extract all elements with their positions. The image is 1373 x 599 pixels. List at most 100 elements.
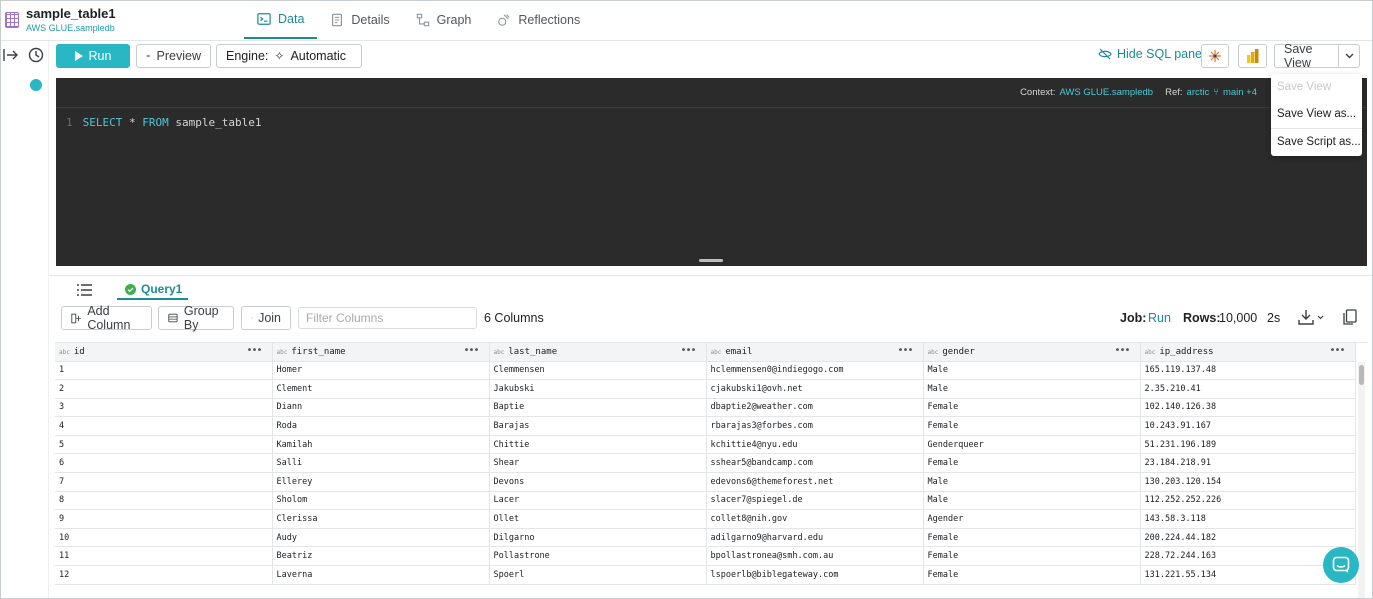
hide-sql-pane-button[interactable]: Hide SQL pane bbox=[1098, 47, 1202, 61]
table-row[interactable]: 1 Homer Clemmensen hclemmensen0@indiegogo.c… bbox=[55, 361, 1356, 381]
tab-graph[interactable]: Graph bbox=[403, 1, 485, 39]
table-cell[interactable]: Salli bbox=[272, 453, 490, 474]
table-cell[interactable]: Audy bbox=[272, 528, 490, 548]
table-cell[interactable]: 5 bbox=[55, 435, 273, 455]
table-cell[interactable]: 3 bbox=[55, 398, 273, 418]
table-row[interactable]: 7 Ellerey Devons edevons6@themeforest.net Ma… bbox=[55, 472, 1356, 492]
table-cell[interactable]: 200.224.44.182 bbox=[1140, 528, 1356, 548]
table-cell[interactable]: Sholom bbox=[272, 491, 490, 511]
table-cell[interactable]: 6 bbox=[55, 453, 273, 474]
column-menu-icon[interactable]: ••• bbox=[1329, 345, 1345, 356]
column-header[interactable]: abc last_name ••• bbox=[489, 343, 707, 362]
menu-item-save-script-as[interactable]: Save Script as... bbox=[1271, 129, 1362, 156]
context-value[interactable]: AWS GLUE.sampledb bbox=[1059, 87, 1153, 98]
tab-details[interactable]: Details bbox=[317, 1, 402, 39]
table-cell[interactable]: 9 bbox=[55, 509, 273, 529]
table-cell[interactable]: Chittie bbox=[489, 435, 707, 455]
table-cell[interactable]: 10.243.91.167 bbox=[1140, 416, 1356, 436]
table-cell[interactable]: Pollastrone bbox=[489, 546, 707, 567]
tab-data[interactable]: Data bbox=[244, 1, 318, 39]
table-row[interactable]: 9 Clerissa Ollet collet8@nih.gov Agender 143.… bbox=[55, 509, 1356, 529]
powerbi-button[interactable] bbox=[1238, 44, 1267, 68]
column-menu-icon[interactable]: ••• bbox=[680, 345, 696, 356]
table-cell[interactable]: 4 bbox=[55, 416, 273, 436]
column-menu-icon[interactable]: ••• bbox=[1114, 345, 1130, 356]
table-cell[interactable]: Male bbox=[923, 361, 1141, 381]
table-cell[interactable]: Devons bbox=[489, 472, 707, 492]
table-cell[interactable]: Spoerl bbox=[489, 565, 707, 585]
table-cell[interactable]: slacer7@spiegel.de bbox=[706, 491, 924, 511]
table-cell[interactable]: 12 bbox=[55, 565, 273, 585]
table-cell[interactable]: 11 bbox=[55, 546, 273, 567]
table-cell[interactable]: 1 bbox=[55, 361, 273, 381]
table-cell[interactable]: Lacer bbox=[489, 491, 707, 511]
tab-query1[interactable]: Query1 bbox=[117, 282, 189, 300]
table-cell[interactable]: Female bbox=[923, 528, 1141, 548]
sql-code-line[interactable]: 1 SELECT * FROM sample_table1 bbox=[66, 116, 261, 129]
table-cell[interactable]: Male bbox=[923, 472, 1141, 492]
table-cell[interactable]: Baptie bbox=[489, 398, 707, 418]
table-cell[interactable]: Dilgarno bbox=[489, 528, 707, 548]
table-row[interactable]: 6 Salli Shear sshear5@bandcamp.com Female 23.… bbox=[55, 453, 1356, 474]
table-cell[interactable]: bpollastronea@smh.com.au bbox=[706, 546, 924, 567]
scrollbar-thumb[interactable] bbox=[1359, 365, 1364, 385]
tableau-button[interactable] bbox=[1201, 44, 1229, 68]
column-menu-icon[interactable]: ••• bbox=[463, 345, 479, 356]
table-cell[interactable]: Shear bbox=[489, 453, 707, 474]
table-cell[interactable]: 51.231.196.189 bbox=[1140, 435, 1356, 455]
grid-scrollbar[interactable] bbox=[1358, 362, 1365, 598]
table-cell[interactable]: Roda bbox=[272, 416, 490, 436]
table-cell[interactable]: Female bbox=[923, 416, 1141, 436]
filter-columns-input[interactable] bbox=[298, 307, 477, 329]
chat-support-button[interactable] bbox=[1323, 547, 1359, 583]
table-row[interactable]: 2 Clement Jakubski cjakubski1@ovh.net Male 2.… bbox=[55, 379, 1356, 399]
column-header[interactable]: abc first_name ••• bbox=[272, 343, 490, 362]
table-cell[interactable]: Genderqueer bbox=[923, 435, 1141, 455]
table-cell[interactable]: 130.203.120.154 bbox=[1140, 472, 1356, 492]
table-cell[interactable]: 8 bbox=[55, 491, 273, 511]
table-row[interactable]: 8 Sholom Lacer slacer7@spiegel.de Male 112.25… bbox=[55, 491, 1356, 511]
table-cell[interactable]: 165.119.137.48 bbox=[1140, 361, 1356, 381]
table-cell[interactable]: lspoerlb@biblegateway.com bbox=[706, 565, 924, 585]
table-cell[interactable]: Female bbox=[923, 398, 1141, 418]
table-cell[interactable]: Beatriz bbox=[272, 546, 490, 567]
history-icon[interactable] bbox=[28, 47, 44, 63]
table-cell[interactable]: Female bbox=[923, 546, 1141, 567]
table-cell[interactable]: Jakubski bbox=[489, 379, 707, 399]
table-cell[interactable]: 7 bbox=[55, 472, 273, 492]
branch-value[interactable]: main +4 bbox=[1223, 87, 1257, 98]
table-cell[interactable]: Barajas bbox=[489, 416, 707, 436]
table-cell[interactable]: hclemmensen0@indiegogo.com bbox=[706, 361, 924, 381]
table-cell[interactable]: Laverna bbox=[272, 565, 490, 585]
menu-item-save-view-as[interactable]: Save View as... bbox=[1271, 101, 1362, 128]
table-cell[interactable]: 2 bbox=[55, 379, 273, 399]
group-by-button[interactable]: Group By bbox=[158, 304, 234, 332]
column-header[interactable]: abc id ••• bbox=[55, 343, 273, 362]
table-cell[interactable]: 102.140.126.38 bbox=[1140, 398, 1356, 418]
table-cell[interactable]: Kamilah bbox=[272, 435, 490, 455]
column-header[interactable]: abc ip_address ••• bbox=[1140, 343, 1356, 362]
table-cell[interactable]: Male bbox=[923, 379, 1141, 399]
list-icon[interactable] bbox=[77, 284, 92, 296]
table-cell[interactable]: kchittie4@nyu.edu bbox=[706, 435, 924, 455]
column-menu-icon[interactable]: ••• bbox=[246, 345, 262, 356]
download-icon[interactable] bbox=[1298, 309, 1324, 325]
table-row[interactable]: 12 Laverna Spoerl lspoerlb@biblegateway.com… bbox=[55, 565, 1356, 585]
column-header[interactable]: abc gender ••• bbox=[923, 343, 1141, 362]
table-cell[interactable]: Clerissa bbox=[272, 509, 490, 529]
save-options-button[interactable] bbox=[1338, 44, 1360, 68]
table-cell[interactable]: Clement bbox=[272, 379, 490, 399]
table-row[interactable]: 5 Kamilah Chittie kchittie4@nyu.edu Genderqu… bbox=[55, 435, 1356, 455]
resize-handle[interactable] bbox=[699, 259, 723, 262]
table-cell[interactable]: edevons6@themeforest.net bbox=[706, 472, 924, 492]
table-cell[interactable]: 2.35.210.41 bbox=[1140, 379, 1356, 399]
copy-icon[interactable] bbox=[1343, 309, 1357, 325]
table-cell[interactable]: Agender bbox=[923, 509, 1141, 529]
table-cell[interactable]: Ellerey bbox=[272, 472, 490, 492]
save-view-button[interactable]: Save View bbox=[1274, 42, 1339, 70]
ref-value[interactable]: arctic bbox=[1187, 87, 1210, 98]
table-cell[interactable]: Female bbox=[923, 453, 1141, 474]
sql-editor[interactable]: Context: AWS GLUE.sampledb Ref: arctic ⑂… bbox=[56, 78, 1367, 266]
table-cell[interactable]: Diann bbox=[272, 398, 490, 418]
table-cell[interactable]: sshear5@bandcamp.com bbox=[706, 453, 924, 474]
